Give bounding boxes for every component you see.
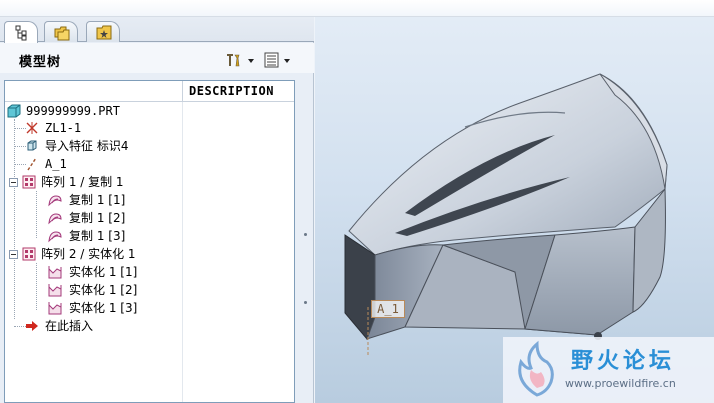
- tree-item-label: 导入特征 标识4: [45, 139, 129, 153]
- panel-sash[interactable]: [302, 197, 310, 307]
- model-top-surface: [348, 73, 668, 256]
- tree-item-label: 复制 1 [3]: [69, 229, 126, 243]
- tree-item-label: 在此插入: [45, 319, 94, 333]
- collapse-toggle[interactable]: [9, 250, 18, 259]
- solidify-icon: [48, 302, 62, 315]
- tree-item-label: 999999999.PRT: [26, 104, 120, 118]
- tree-item-label: 阵列 1 / 复制 1: [41, 175, 124, 189]
- show-menu-button[interactable]: [263, 51, 297, 69]
- solidify-icon: [48, 284, 62, 297]
- copy-surface-icon: [48, 195, 62, 207]
- model-tree-title: 模型树: [19, 55, 62, 70]
- insert-here-arrow-icon: [26, 321, 38, 331]
- tree-connector: [14, 119, 15, 319]
- tree-item-label: 阵列 2 / 实体化 1: [41, 247, 136, 261]
- watermark-title: 野火论坛: [571, 349, 676, 374]
- tree-item-label: A_1: [45, 157, 67, 171]
- tree-connector: [36, 263, 37, 310]
- datum-axis-icon: [27, 157, 37, 171]
- flame-logo-icon: [518, 340, 554, 397]
- coordinate-system-icon: [26, 122, 38, 134]
- tab-favorites[interactable]: [86, 21, 120, 42]
- watermark: 野火论坛 www.proewildfire.cn: [503, 337, 714, 403]
- tab-folder-browser[interactable]: [44, 21, 78, 42]
- part-icon: [7, 104, 21, 118]
- settings-button[interactable]: [224, 51, 260, 69]
- top-toolbar-strip: [0, 0, 714, 17]
- tools-settings-icon: [227, 54, 254, 67]
- copy-surface-icon: [48, 213, 62, 225]
- description-column-header[interactable]: DESCRIPTION: [182, 81, 294, 102]
- tree-item-label: 实体化 1 [1]: [69, 265, 138, 279]
- pattern-icon: [22, 175, 36, 189]
- column-divider: [182, 102, 183, 402]
- tree-item-label: 实体化 1 [3]: [69, 301, 138, 315]
- sash-grip: [304, 233, 307, 236]
- tree-item-label: 实体化 1 [2]: [69, 283, 138, 297]
- tree-item-label: 复制 1 [1]: [69, 193, 126, 207]
- solidify-icon: [48, 266, 62, 279]
- pattern-icon: [22, 247, 36, 261]
- tree-item-label: 复制 1 [2]: [69, 211, 126, 225]
- watermark-url: www.proewildfire.cn: [565, 377, 676, 390]
- model-tree-header: 模型树: [0, 43, 314, 73]
- tab-model-tree[interactable]: [4, 21, 38, 43]
- model-tree-icon: [15, 25, 27, 41]
- model-tree: DESCRIPTION 999999999.PRT ZL1-1 导入特征 标识4…: [4, 80, 295, 403]
- tree-item-label: ZL1-1: [45, 121, 82, 135]
- favorites-folder-icon: [96, 25, 112, 40]
- navigator-tabs: [0, 17, 314, 43]
- tree-connector: [36, 191, 37, 238]
- collapse-toggle[interactable]: [9, 178, 18, 187]
- datum-axis-label[interactable]: A_1: [371, 300, 405, 318]
- sash-grip: [304, 301, 307, 304]
- copy-surface-icon: [48, 231, 62, 243]
- tree-column-header: DESCRIPTION: [5, 81, 294, 102]
- graphics-window[interactable]: A_1 野火论坛 www.proewildfire.cn: [315, 17, 714, 403]
- import-feature-icon: [27, 140, 37, 151]
- list-view-icon: [264, 52, 290, 68]
- folder-icon: [54, 26, 70, 41]
- navigator-panel: 模型树 DESCRIPTION 999999999.PRT ZL1-1 导入特征…: [0, 17, 314, 403]
